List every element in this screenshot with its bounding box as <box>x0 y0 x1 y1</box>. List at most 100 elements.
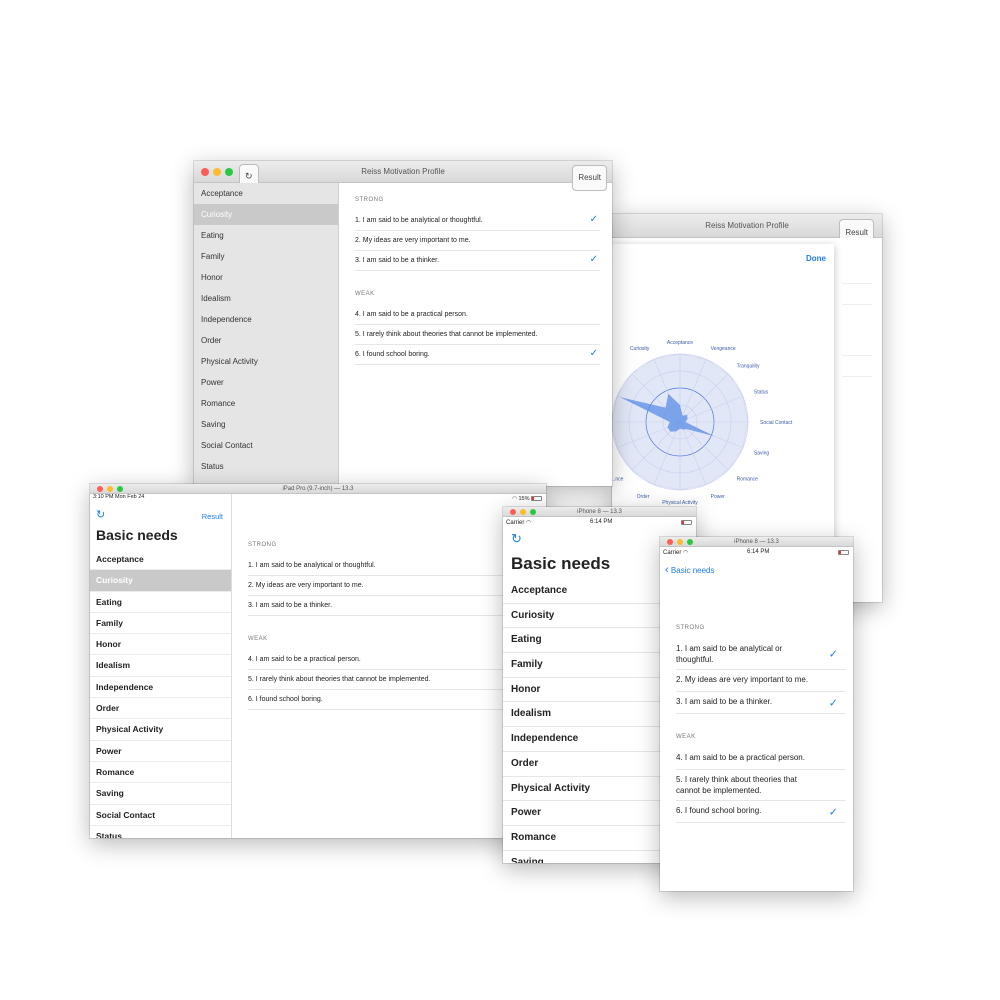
statement-text: 3. I am said to be a thinker. <box>355 257 440 264</box>
statement-row[interactable]: 1. I am said to be analytical or thought… <box>355 211 600 231</box>
checkmark-icon: ✓ <box>828 697 838 709</box>
radar-axis-label: Saving <box>754 451 770 457</box>
list-item[interactable]: Honor <box>90 634 231 656</box>
zoom-icon[interactable] <box>225 167 233 176</box>
statement-row[interactable]: 4. I am said to be a practical person. <box>355 305 600 325</box>
ipad-window: iPad Pro (9.7-inch) — 13.3 3:10 PM Mon F… <box>90 484 546 838</box>
ipad-titlebar: iPad Pro (9.7-inch) — 13.3 <box>90 484 546 494</box>
list-item[interactable]: Family <box>90 613 231 635</box>
radar-axis-label: ...nce <box>612 477 624 483</box>
list-item[interactable]: Independence <box>90 677 231 699</box>
list-item[interactable]: Romance <box>90 762 231 784</box>
statement-row[interactable]: 3. I am said to be a thinker.✓ <box>676 692 846 714</box>
statement-row[interactable]: 5. I rarely think about theories that ca… <box>355 325 600 345</box>
radar-axis-label: Power <box>711 494 726 500</box>
sidebar-item[interactable]: Social Contact <box>194 435 338 456</box>
statement-row[interactable]: 3. I am said to be a thinker.✓ <box>355 251 600 271</box>
list-item[interactable]: Acceptance <box>90 549 231 571</box>
minimize-icon[interactable] <box>107 485 113 492</box>
refresh-icon[interactable]: ↻ <box>511 531 522 547</box>
list-item[interactable]: Curiosity <box>90 570 231 592</box>
statement-row[interactable]: 6. I found school boring.✓ <box>248 690 536 710</box>
list-item[interactable]: Idealism <box>90 655 231 677</box>
list-item[interactable]: Eating <box>90 592 231 613</box>
close-icon[interactable] <box>510 508 516 515</box>
status-time: 6:14 PM <box>747 549 770 555</box>
radar-axis-label: Curiosity <box>630 346 650 352</box>
zoom-icon[interactable] <box>530 508 536 515</box>
sidebar-item[interactable]: Idealism <box>194 288 338 309</box>
statement-row[interactable]: 5. I rarely think about theories that ca… <box>676 770 846 801</box>
statement-row[interactable]: 4. I am said to be a practical person. <box>248 650 536 670</box>
radar-axis-label: Romance <box>737 477 759 483</box>
zoom-icon[interactable] <box>117 485 123 492</box>
statement-text: 1. I am said to be analytical or thought… <box>355 217 483 224</box>
zoom-icon[interactable] <box>687 538 693 545</box>
carrier-label: Carrier <box>506 520 525 526</box>
strong-section-header: STRONG <box>355 197 384 203</box>
close-icon[interactable] <box>97 485 103 492</box>
minimize-icon[interactable] <box>677 538 683 545</box>
statement-row[interactable]: 3. I am said to be a thinker.✓ <box>248 596 536 616</box>
page-title: Basic needs <box>96 527 178 543</box>
close-icon[interactable] <box>667 538 673 545</box>
checkmark-icon: ✓ <box>589 214 598 225</box>
statement-text: 1. I am said to be analytical or thought… <box>248 562 376 569</box>
sidebar-item[interactable]: Honor <box>194 267 338 288</box>
status-date: Mon Feb 24 <box>115 494 145 500</box>
sidebar-item[interactable]: Power <box>194 372 338 393</box>
list-item[interactable]: Physical Activity <box>90 719 231 741</box>
weak-section-header: WEAK <box>248 636 268 642</box>
statement-text: 5. I rarely think about theories that ca… <box>248 676 431 683</box>
sidebar-item[interactable]: Saving <box>194 414 338 435</box>
statement-text: 6. I found school boring. <box>676 806 762 815</box>
statement-text: 4. I am said to be a practical person. <box>676 753 805 762</box>
statement-row[interactable]: 5. I rarely think about theories that ca… <box>248 670 536 690</box>
statement-row[interactable]: 2. My ideas are very important to me. <box>676 670 846 692</box>
page-title: Basic needs <box>511 554 611 573</box>
statement-text: 2. My ideas are very important to me. <box>248 582 364 589</box>
statement-row[interactable]: 6. I found school boring.✓ <box>676 801 846 823</box>
sidebar-item[interactable]: Eating <box>194 225 338 246</box>
sidebar-item[interactable]: Physical Activity <box>194 351 338 372</box>
back-button[interactable]: ‹ Basic needs <box>665 564 715 576</box>
minimize-icon[interactable] <box>213 167 221 176</box>
radar-axis-label: Order <box>637 494 650 500</box>
list-item[interactable]: Social Contact <box>90 805 231 826</box>
sidebar-item[interactable]: Curiosity <box>194 204 338 225</box>
statement-row[interactable]: 1. I am said to be analytical or thought… <box>248 556 536 576</box>
sidebar-item[interactable]: Romance <box>194 393 338 414</box>
statement-row[interactable]: 4. I am said to be a practical person. <box>676 748 846 770</box>
sidebar-item[interactable]: Acceptance <box>194 183 338 204</box>
statement-row[interactable]: 6. I found school boring.✓ <box>355 345 600 365</box>
statement-row[interactable]: 2. My ideas are very important to me. <box>248 576 536 596</box>
sidebar-item[interactable]: Order <box>194 330 338 351</box>
list-item[interactable]: Status <box>90 826 231 838</box>
radar-axis-label: Vengeance <box>711 346 736 352</box>
list-item[interactable]: Saving <box>90 783 231 805</box>
refresh-icon[interactable]: ↻ <box>96 508 105 521</box>
results-titlebar: Reiss Motivation Profile Result <box>612 214 882 247</box>
strong-section-header: STRONG <box>676 625 705 631</box>
statement-row[interactable]: 2. My ideas are very important to me. <box>355 231 600 251</box>
list-item[interactable]: Order <box>90 698 231 720</box>
checkmark-icon: ✓ <box>828 648 838 661</box>
ipad-status-bar: 3:10 PM Mon Feb 24 <box>90 494 231 504</box>
window-controls <box>97 484 123 493</box>
statement-text: 3. I am said to be a thinker. <box>248 602 333 609</box>
window-controls <box>510 507 536 516</box>
sidebar-item[interactable]: Family <box>194 246 338 267</box>
statement-row[interactable]: 1. I am said to be analytical or thought… <box>676 639 846 670</box>
back-label: Basic needs <box>670 566 715 575</box>
minimize-icon[interactable] <box>520 508 526 515</box>
radar-axis-label: Physical Activity <box>662 500 698 506</box>
ipad-master-list: 3:10 PM Mon Feb 24 ↻ Result Basic needs … <box>90 494 232 838</box>
sidebar-item[interactable]: Independence <box>194 309 338 330</box>
list-item[interactable]: Power <box>90 741 231 762</box>
battery-icon <box>681 520 692 525</box>
strong-section-header: STRONG <box>248 542 277 548</box>
sidebar-item[interactable]: Status <box>194 456 338 477</box>
statement-text: 4. I am said to be a practical person. <box>355 311 468 318</box>
result-button[interactable]: Result <box>202 512 223 521</box>
close-icon[interactable] <box>201 167 209 176</box>
